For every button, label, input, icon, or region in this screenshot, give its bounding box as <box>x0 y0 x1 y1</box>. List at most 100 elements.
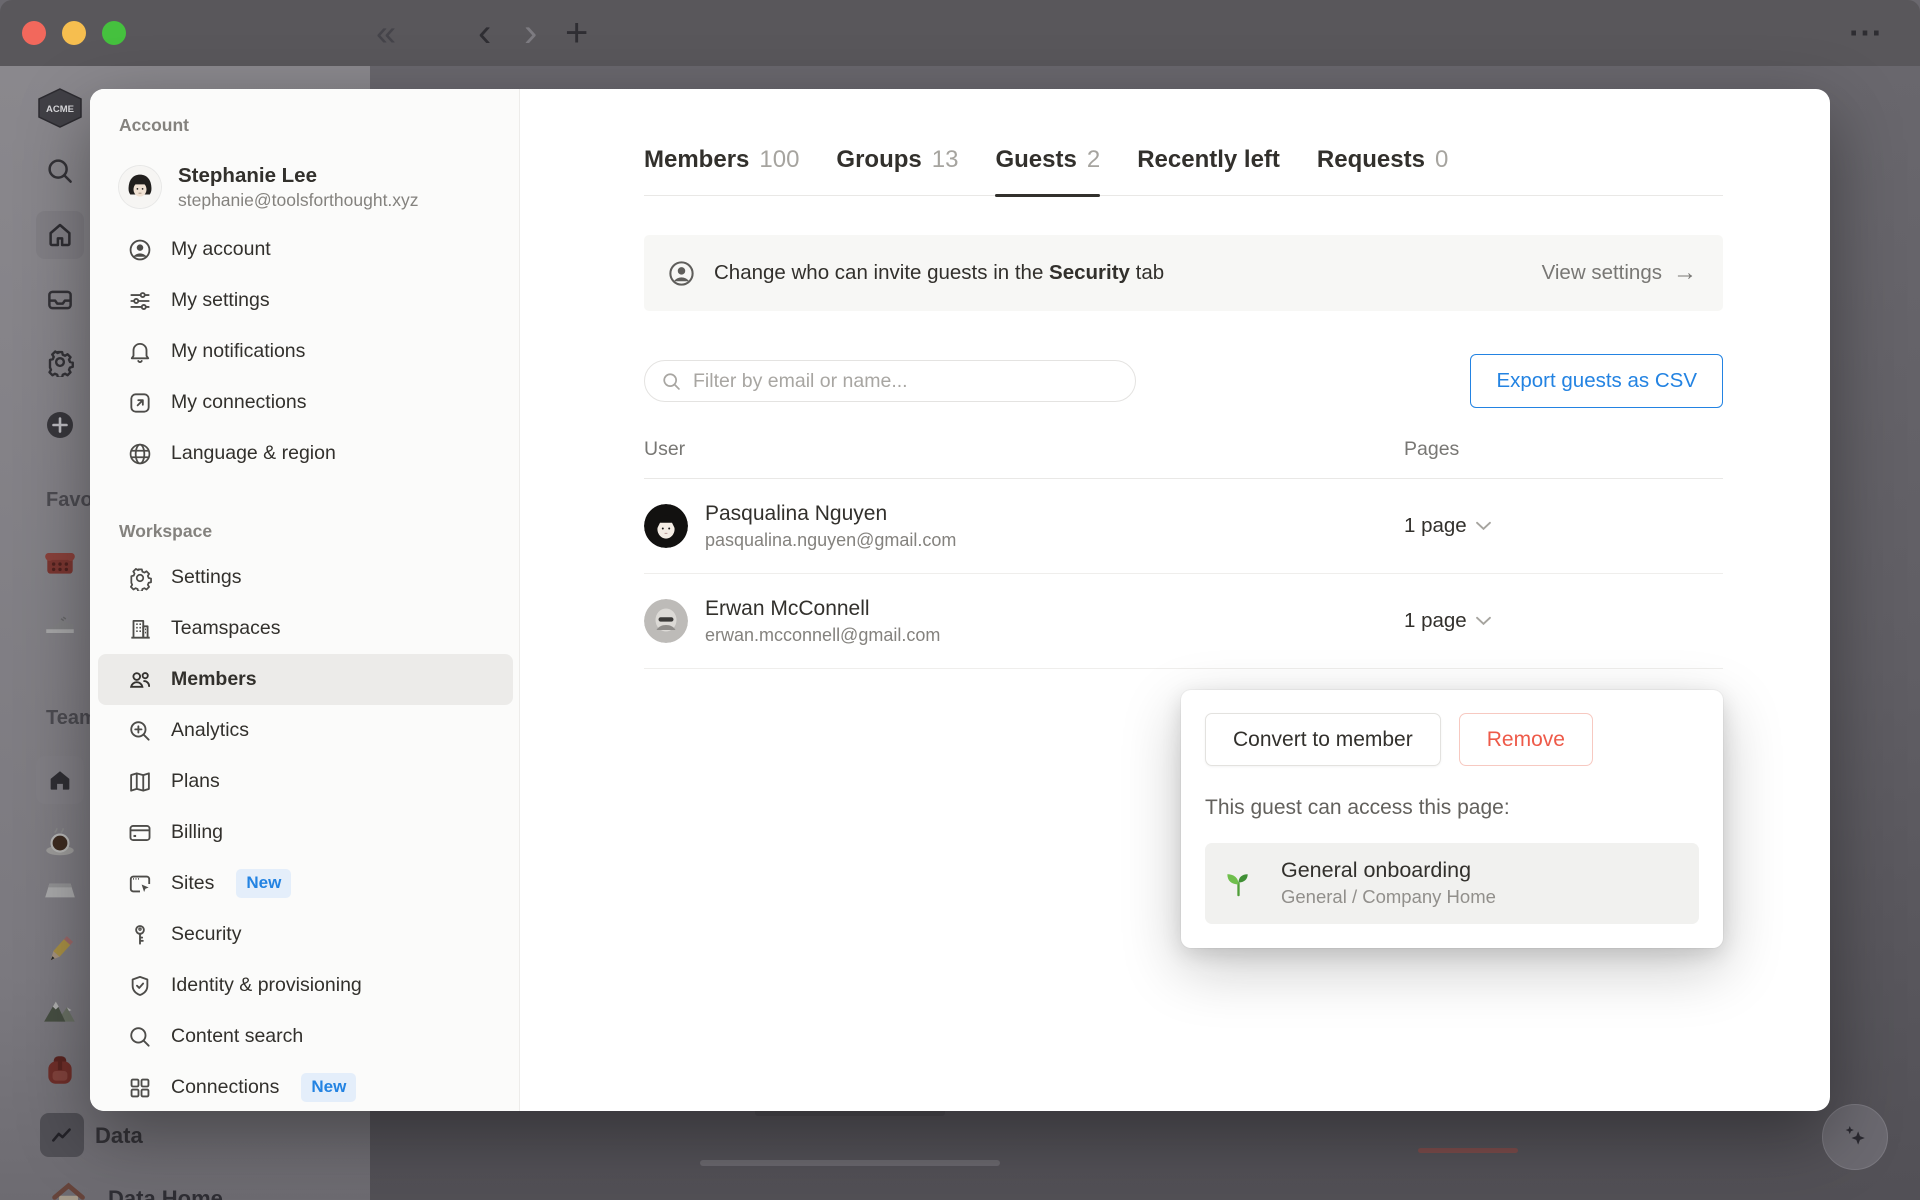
guest-filter-input[interactable] <box>693 369 1119 393</box>
tab-label: Recently left <box>1137 146 1280 173</box>
sidebar-item-label: My account <box>171 238 271 261</box>
sidebar-item-security[interactable]: Security <box>98 909 513 960</box>
tab-groups[interactable]: Groups 13 <box>836 146 958 195</box>
app-window: « ‹ › + ⋯ ACME Data Data Home Account St… <box>0 0 1920 1200</box>
sidebar-item-label: Billing <box>171 821 224 844</box>
guest-name: Erwan McConnell <box>705 597 870 621</box>
export-guests-csv-button[interactable]: Export guests as CSV <box>1470 354 1723 408</box>
guest-pages-label: 1 page <box>1404 514 1467 537</box>
sidebar-item-label: Sites <box>171 872 215 895</box>
sidebar-item-my-connections[interactable]: My connections <box>98 377 513 428</box>
building-icon <box>131 619 150 639</box>
tab-requests[interactable]: Requests 0 <box>1317 146 1448 195</box>
remove-guest-button[interactable]: Remove <box>1458 713 1593 766</box>
avatar <box>119 166 161 209</box>
window-titlebar: « ‹ › + ⋯ <box>0 0 1920 66</box>
sidebar-collapse-icon[interactable]: « <box>376 0 396 66</box>
settings-sidebar: Account Stephanie Lee stephanie@toolsfor… <box>90 89 520 1111</box>
traffic-lights <box>22 21 126 45</box>
arrow-right-icon: → <box>1673 259 1697 286</box>
account-user-row[interactable]: Stephanie Lee stephanie@toolsforthought.… <box>119 163 519 211</box>
sidebar-item-data-home[interactable]: Data Home <box>108 1186 223 1200</box>
tab-members[interactable]: Members 100 <box>644 146 799 195</box>
tab-count: 100 <box>759 146 800 173</box>
view-settings-label: View settings <box>1541 261 1662 284</box>
chevron-down-icon <box>1475 521 1491 531</box>
map-icon <box>130 772 150 792</box>
workspace-logo[interactable]: ACME <box>36 84 84 132</box>
teamspace-coffee-emoji-icon[interactable] <box>36 818 84 866</box>
guest-filter-search[interactable] <box>644 360 1136 402</box>
teamspace-pencil-emoji-icon[interactable] <box>36 926 84 974</box>
sidebar-item-label: Teamspaces <box>171 617 281 640</box>
magnifier-icon <box>130 1027 150 1047</box>
sidebar-item-my-notifications[interactable]: My notifications <box>98 326 513 377</box>
globe-icon <box>129 443 151 465</box>
sidebar-item-billing[interactable]: Billing <box>98 807 513 858</box>
sidebar-item-analytics[interactable]: Analytics <box>98 705 513 756</box>
tab-recently-left[interactable]: Recently left <box>1137 146 1280 195</box>
guest-pages-dropdown[interactable]: 1 page <box>1404 514 1723 538</box>
close-window-button[interactable] <box>22 21 46 45</box>
user-circle-icon <box>129 239 151 261</box>
sidebar-item-data[interactable]: Data <box>95 1123 143 1149</box>
zoom-window-button[interactable] <box>102 21 126 45</box>
shield-check-icon <box>131 975 149 996</box>
gear-icon <box>130 567 152 591</box>
ai-assistant-button[interactable] <box>1822 1104 1888 1170</box>
sidebar-item-label: Plans <box>171 770 220 793</box>
data-home-emoji-icon[interactable] <box>44 1174 92 1200</box>
favorite-shoe-emoji-icon[interactable] <box>36 600 84 648</box>
people-icon <box>129 672 151 688</box>
tab-label: Requests <box>1316 146 1425 173</box>
seedling-emoji-icon <box>1227 874 1248 897</box>
sidebar-item-label: Identity & provisioning <box>171 974 362 997</box>
forward-button[interactable]: › <box>524 0 537 66</box>
teamspace-mountain-emoji-icon[interactable] <box>36 986 84 1034</box>
tab-label: Members <box>644 146 750 173</box>
favorite-phone-emoji-icon[interactable] <box>36 538 84 586</box>
new-page-icon[interactable] <box>36 401 84 449</box>
guest-row[interactable]: Pasqualina Nguyen pasqualina.nguyen@gmai… <box>644 479 1723 574</box>
sidebar-item-content-search[interactable]: Content search <box>98 1011 513 1062</box>
sidebar-item-plans[interactable]: Plans <box>98 756 513 807</box>
search-icon[interactable] <box>36 147 84 195</box>
sliders-icon <box>130 291 150 310</box>
sparkles-icon <box>1845 1125 1865 1145</box>
avatar <box>644 599 688 643</box>
data-page-icon[interactable] <box>40 1113 84 1157</box>
settings-gear-icon[interactable] <box>36 338 84 386</box>
sidebar-item-my-account[interactable]: My account <box>98 224 513 275</box>
guest-actions-popover: Convert to member Remove This guest can … <box>1181 690 1723 948</box>
minimize-window-button[interactable] <box>62 21 86 45</box>
sidebar-item-sites[interactable]: Sites New <box>98 858 513 909</box>
sidebar-item-connections[interactable]: Connections New <box>98 1062 513 1111</box>
inbox-icon[interactable] <box>36 276 84 324</box>
guest-access-page-item[interactable]: General onboarding General / Company Hom… <box>1205 843 1699 924</box>
teamspace-backpack-emoji-icon[interactable] <box>36 1046 84 1094</box>
guest-row[interactable]: Erwan McConnell erwan.mcconnell@gmail.co… <box>644 574 1723 669</box>
tab-guests[interactable]: Guests 2 <box>995 146 1100 197</box>
sidebar-item-label: Settings <box>171 566 242 589</box>
convert-to-member-button[interactable]: Convert to member <box>1205 713 1441 766</box>
home-icon[interactable] <box>36 211 84 259</box>
sidebar-item-my-settings[interactable]: My settings <box>98 275 513 326</box>
sidebar-item-identity-provisioning[interactable]: Identity & provisioning <box>98 960 513 1011</box>
account-user-email: stephanie@toolsforthought.xyz <box>178 189 419 210</box>
guest-email: erwan.mcconnell@gmail.com <box>705 624 941 645</box>
view-settings-link[interactable]: View settings → <box>1542 259 1697 287</box>
sidebar-item-language-region[interactable]: Language & region <box>98 428 513 479</box>
window-more-menu-button[interactable]: ⋯ <box>1848 0 1884 66</box>
workspace-logo-text: ACME <box>46 104 74 115</box>
back-button[interactable]: ‹ <box>478 0 491 66</box>
column-header-pages: Pages <box>1404 438 1460 460</box>
teamspace-board-emoji-icon[interactable] <box>36 866 84 914</box>
sidebar-item-settings[interactable]: Settings <box>98 552 513 603</box>
teamspace-home-icon[interactable] <box>36 756 84 804</box>
sidebar-item-members[interactable]: Members <box>98 654 513 706</box>
members-settings-pane: Members 100 Groups 13 Guests 2 Recently … <box>520 89 1830 1111</box>
sidebar-item-teamspaces[interactable]: Teamspaces <box>98 603 513 654</box>
sidebar-item-label: Members <box>171 668 257 691</box>
guest-pages-dropdown[interactable]: 1 page <box>1404 609 1723 633</box>
new-tab-button[interactable]: + <box>565 0 588 66</box>
